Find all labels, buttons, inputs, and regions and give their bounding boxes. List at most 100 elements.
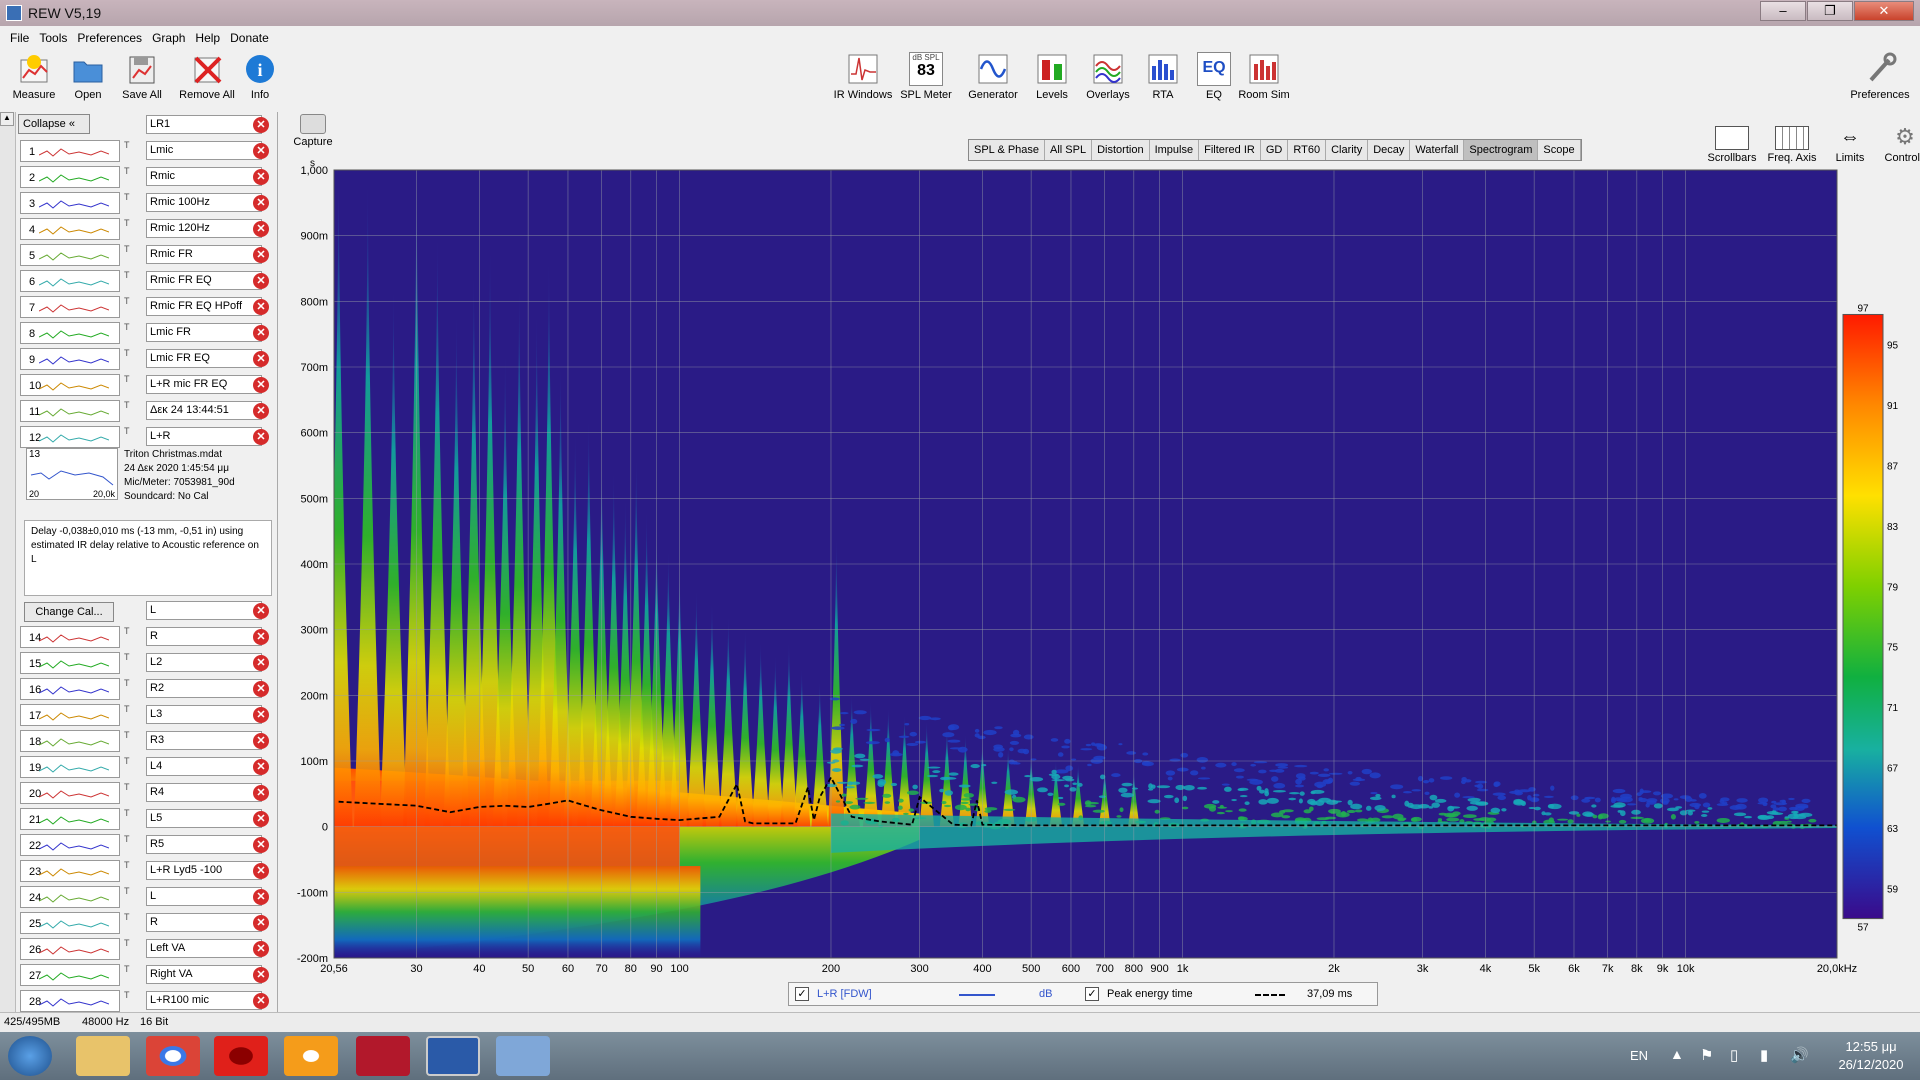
measurement-name[interactable]: L2	[146, 653, 262, 672]
measurement-thumbnail[interactable]: 15	[20, 652, 120, 674]
measurement-row[interactable]: 19 T L4 ✕	[18, 754, 276, 780]
remove-measurement-icon[interactable]: ✕	[253, 941, 269, 957]
menu-graph[interactable]: Graph	[152, 31, 185, 45]
series2-checkbox[interactable]: ✓	[1085, 987, 1099, 1001]
app-grid-icon[interactable]	[356, 1036, 410, 1076]
measurement-row[interactable]: 6 T Rmic FR EQ ✕	[18, 268, 276, 294]
measurement-thumbnail[interactable]: 14	[20, 626, 120, 648]
spl-meter-button[interactable]: dB SPL 83 SPL Meter	[894, 52, 958, 101]
remove-measurement-icon[interactable]: ✕	[253, 247, 269, 263]
room-sim-button[interactable]: Room Sim	[1232, 52, 1296, 101]
measurement-thumbnail[interactable]: 9	[20, 348, 120, 370]
measurement-thumbnail[interactable]: 25	[20, 912, 120, 934]
menu-preferences[interactable]: Preferences	[77, 31, 142, 45]
measurement-name[interactable]: R	[146, 913, 262, 932]
menu-donate[interactable]: Donate	[230, 31, 269, 45]
measurement-name[interactable]: Rmic FR	[146, 245, 262, 264]
remove-measurement-icon[interactable]: ✕	[253, 169, 269, 185]
measurement-name[interactable]: Rmic	[146, 167, 262, 186]
measurement-name[interactable]: L4	[146, 757, 262, 776]
measurement-row[interactable]: 4 T Rmic 120Hz ✕	[18, 216, 276, 242]
measurement-row[interactable]: 17 T L3 ✕	[18, 702, 276, 728]
remove-measurement-icon[interactable]: ✕	[253, 429, 269, 445]
measurement-name[interactable]: L5	[146, 809, 262, 828]
remove-measurement-icon[interactable]: ✕	[253, 221, 269, 237]
remove-measurement-icon[interactable]: ✕	[253, 759, 269, 775]
close-button[interactable]: ✕	[1854, 1, 1914, 21]
measurement-row[interactable]: 23 T L+R Lyd5 -100 ✕	[18, 858, 276, 884]
remove-measurement-icon[interactable]: ✕	[253, 707, 269, 723]
remove-measurement-icon[interactable]: ✕	[253, 377, 269, 393]
remove-measurement-icon[interactable]: ✕	[253, 273, 269, 289]
volume-icon[interactable]: 🔊	[1790, 1046, 1809, 1064]
menu-file[interactable]: File	[10, 31, 29, 45]
remove-measurement-icon[interactable]: ✕	[253, 733, 269, 749]
remove-measurement-icon[interactable]: ✕	[253, 993, 269, 1009]
measurement-row[interactable]: 21 T L5 ✕	[18, 806, 276, 832]
measurement-row-top[interactable]: LR1 ✕	[18, 112, 276, 138]
save-all-button[interactable]: Save All	[110, 52, 174, 101]
measurement-thumbnail[interactable]: 17	[20, 704, 120, 726]
colorbar[interactable]	[1842, 313, 1884, 920]
measurement-name[interactable]: R	[146, 627, 262, 646]
flag-icon[interactable]: ⚑	[1700, 1046, 1713, 1064]
measurement-thumbnail[interactable]: 26	[20, 938, 120, 960]
remove-measurement-icon[interactable]: ✕	[253, 889, 269, 905]
measurement-row[interactable]: 25 T R ✕	[18, 910, 276, 936]
measurement-name[interactable]: L	[146, 601, 262, 620]
measurement-name[interactable]: Rmic FR EQ HPoff	[146, 297, 262, 316]
measurement-row[interactable]: 22 T R5 ✕	[18, 832, 276, 858]
remove-measurement-icon[interactable]: ✕	[253, 863, 269, 879]
remove-measurement-icon[interactable]: ✕	[253, 603, 269, 619]
measurement-thumbnail[interactable]: 21	[20, 808, 120, 830]
measurement-name[interactable]: L+R mic FR EQ	[146, 375, 262, 394]
measurement-name[interactable]: L+R Lyd5 -100	[146, 861, 262, 880]
measurement-name[interactable]: L	[146, 887, 262, 906]
measurement-row[interactable]: 5 T Rmic FR ✕	[18, 242, 276, 268]
measurement-row[interactable]: 3 T Rmic 100Hz ✕	[18, 190, 276, 216]
measurement-row[interactable]: 1 T Lmic ✕	[18, 138, 276, 164]
remove-measurement-icon[interactable]: ✕	[253, 351, 269, 367]
measurement-thumbnail[interactable]: 18	[20, 730, 120, 752]
selected-thumbnail[interactable]: 13 20 20,0k	[26, 448, 118, 500]
measurement-row[interactable]: 9 T Lmic FR EQ ✕	[18, 346, 276, 372]
measurement-name[interactable]: Rmic 120Hz	[146, 219, 262, 238]
measurement-thumbnail[interactable]: 27	[20, 964, 120, 986]
measurement-name[interactable]: L3	[146, 705, 262, 724]
file-explorer-icon[interactable]	[76, 1036, 130, 1076]
spectrogram-chart[interactable]: 20,56 30 40 50 60 70 80 90 100 200 300 400 500 600 700…	[282, 132, 1920, 1012]
remove-measurement-icon[interactable]: ✕	[253, 403, 269, 419]
minimize-button[interactable]: –	[1760, 1, 1806, 21]
measurement-row[interactable]: 28 T L+R100 mic ✕	[18, 988, 276, 1014]
menu-help[interactable]: Help	[195, 31, 220, 45]
maximize-button[interactable]: ❐	[1807, 1, 1853, 21]
measurement-thumbnail[interactable]: 19	[20, 756, 120, 778]
levels-button[interactable]: Levels	[1020, 52, 1084, 101]
info-button[interactable]: i Info	[228, 52, 292, 101]
remove-measurement-icon[interactable]: ✕	[253, 681, 269, 697]
measurement-row[interactable]: 26 T Left VA ✕	[18, 936, 276, 962]
measurement-thumbnail[interactable]: 16	[20, 678, 120, 700]
measurement-thumbnail[interactable]: 1	[20, 140, 120, 162]
measurement-row[interactable]: 2 T Rmic ✕	[18, 164, 276, 190]
measurement-row[interactable]: 27 T Right VA ✕	[18, 962, 276, 988]
remove-measurement-icon[interactable]: ✕	[253, 117, 269, 133]
measurement-name[interactable]: R3	[146, 731, 262, 750]
measurement-name[interactable]: L+R100 mic	[146, 991, 262, 1010]
start-button-icon[interactable]	[8, 1036, 52, 1076]
ir-windows-button[interactable]: IR Windows	[831, 52, 895, 101]
measurement-thumbnail[interactable]: 28	[20, 990, 120, 1012]
measurement-thumbnail[interactable]: 6	[20, 270, 120, 292]
series1-checkbox[interactable]: ✓	[795, 987, 809, 1001]
tray-arrow-icon[interactable]: ▲	[1670, 1046, 1684, 1062]
paint-icon[interactable]	[496, 1036, 550, 1076]
measurement-row[interactable]: 7 T Rmic FR EQ HPoff ✕	[18, 294, 276, 320]
measurement-name[interactable]: Δεκ 24 13:44:51	[146, 401, 262, 420]
measurement-row[interactable]: 20 T R4 ✕	[18, 780, 276, 806]
measurement-thumbnail[interactable]: 7	[20, 296, 120, 318]
rew-taskbar-icon[interactable]	[426, 1036, 480, 1076]
opera-icon[interactable]	[214, 1036, 268, 1076]
language-indicator[interactable]: EN	[1630, 1048, 1648, 1063]
measurement-row[interactable]: 24 T L ✕	[18, 884, 276, 910]
measurement-thumbnail[interactable]: 8	[20, 322, 120, 344]
